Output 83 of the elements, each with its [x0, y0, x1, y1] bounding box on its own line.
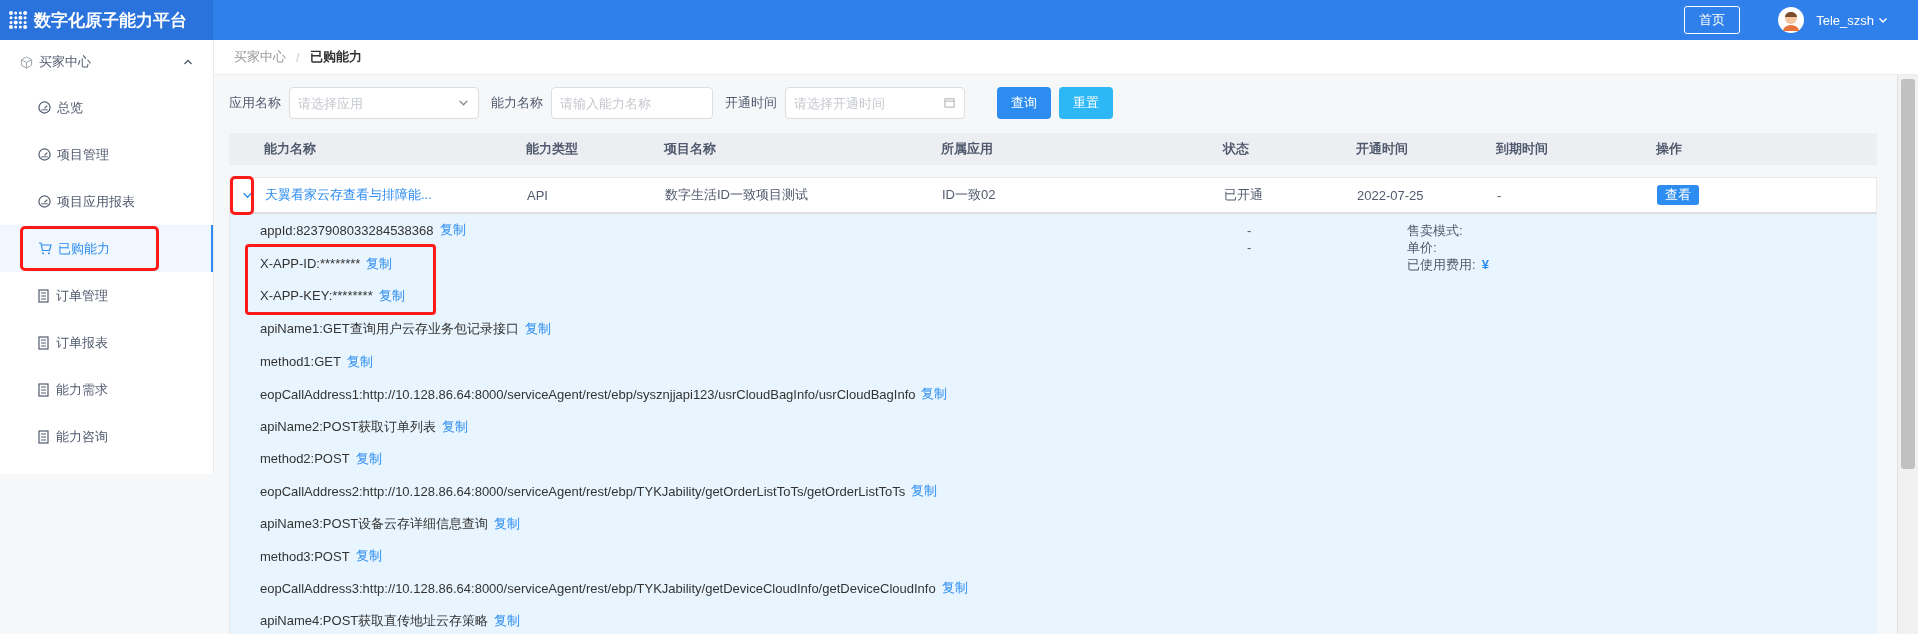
gauge-icon: [38, 195, 51, 208]
menu-item[interactable]: 项目应用报表: [0, 178, 213, 225]
copy-link[interactable]: 复制: [355, 547, 382, 566]
copy-link[interactable]: 复制: [442, 417, 469, 436]
gauge-icon: [38, 148, 51, 161]
cube-icon: [20, 55, 33, 69]
menu-item[interactable]: 订单管理: [0, 272, 213, 319]
filter-label: 能力名称: [491, 94, 543, 112]
copy-link[interactable]: 复制: [494, 611, 521, 630]
detail-text: X-APP-ID:********: [260, 256, 361, 272]
copy-link[interactable]: 复制: [439, 221, 466, 240]
document-icon: [38, 335, 50, 350]
chevron-down-icon[interactable]: [1878, 15, 1888, 25]
user-name[interactable]: Tele_szsh: [1816, 12, 1874, 28]
detail-text: method2:POST: [260, 451, 350, 467]
copy-link[interactable]: 复制: [366, 254, 393, 273]
app-title: 数字化原子能力平台: [34, 9, 187, 32]
detail-text: appId:8237908033284538368: [260, 222, 434, 238]
fee-value: ¥: [1481, 256, 1489, 273]
detail-text: method1:GET: [260, 354, 341, 370]
ability-name-link[interactable]: 天翼看家云存查看与排障能...: [265, 186, 527, 204]
logo-icon: [8, 10, 28, 30]
detail-text: eopCallAddress2:http://10.128.86.64:8000/serviceAgent/rest/ebp/TYKJability/getOrderListToTs/getOrderListToTs: [260, 483, 906, 499]
copy-link[interactable]: 复制: [911, 482, 938, 501]
reset-button[interactable]: 重置: [1059, 87, 1113, 119]
column-header: 能力名称: [264, 140, 317, 158]
breadcrumb-item: 已购能力: [309, 48, 362, 66]
copy-link[interactable]: 复制: [346, 352, 373, 371]
document-icon: [38, 429, 50, 444]
document-icon: [38, 288, 50, 303]
column-header: 状态: [1223, 140, 1250, 158]
copy-link[interactable]: 复制: [494, 514, 521, 533]
document-icon: [38, 382, 50, 397]
menu-item[interactable]: 总览: [0, 84, 213, 131]
info-label: 单价:: [1407, 239, 1437, 256]
column-header: 能力类型: [526, 140, 579, 158]
menu-item[interactable]: 能力需求: [0, 366, 213, 413]
copy-link[interactable]: 复制: [524, 320, 551, 339]
detail-text: eopCallAddress1:http://10.128.86.64:8000/serviceAgent/rest/ebp/sysznjjapi123/usrCloudBagInfo/usrCloudBagInfo: [260, 386, 916, 402]
table-cell-text: ID一致02: [942, 186, 997, 204]
info-label: 已使用费用:: [1407, 256, 1476, 273]
breadcrumb-separator: /: [296, 49, 300, 65]
detail-text: X-APP-KEY:********: [260, 288, 373, 304]
detail-value: -: [1247, 239, 1253, 256]
column-header: 开通时间: [1356, 140, 1409, 158]
detail-text: apiName2:POST获取订单列表: [260, 417, 437, 436]
info-label: 售卖模式:: [1407, 222, 1463, 239]
view-button[interactable]: 查看: [1657, 185, 1699, 205]
copy-link[interactable]: 复制: [941, 579, 968, 598]
menu-group-label[interactable]: 买家中心: [39, 53, 177, 71]
copy-link[interactable]: 复制: [378, 286, 405, 305]
copy-link[interactable]: 复制: [921, 385, 948, 404]
home-button[interactable]: 首页: [1684, 6, 1741, 34]
detail-text: eopCallAddress3:http://10.128.86.64:8000/serviceAgent/rest/ebp/TYKJability/getDeviceCloudInfo/getDeviceCloudInfo: [260, 581, 936, 596]
gauge-icon: [38, 101, 51, 114]
table-cell-text: API: [527, 187, 549, 203]
calendar-icon: [944, 97, 955, 108]
table-cell-text: 2022-07-25: [1357, 187, 1425, 203]
table-cell-text: -: [1497, 187, 1503, 203]
menu-item[interactable]: 项目管理: [0, 131, 213, 178]
detail-text: apiName3:POST设备云存详细信息查询: [260, 514, 489, 533]
scrollbar[interactable]: [1897, 75, 1918, 634]
filter-label: 开通时间: [725, 94, 777, 112]
menu-item[interactable]: 订单报表: [0, 319, 213, 366]
chevron-up-icon[interactable]: [183, 57, 193, 67]
detail-text: apiName1:GET查询用户云存业务包记录接口: [260, 320, 519, 339]
search-button[interactable]: 查询: [997, 87, 1051, 119]
detail-value: -: [1247, 222, 1253, 239]
table-cell-text: 数字生活ID一致项目测试: [665, 186, 809, 204]
column-header: 项目名称: [664, 140, 717, 158]
table-cell-text: 已开通: [1224, 186, 1264, 204]
cart-icon: [38, 242, 52, 255]
avatar-icon[interactable]: [1778, 7, 1805, 33]
detail-text: method3:POST: [260, 548, 350, 564]
column-header: 操作: [1656, 140, 1683, 158]
menu-item[interactable]: 能力咨询: [0, 413, 213, 460]
column-header: 所属应用: [941, 140, 994, 158]
detail-text: apiName4:POST获取直传地址云存策略: [260, 611, 489, 630]
copy-link[interactable]: 复制: [355, 449, 382, 468]
column-header: 到期时间: [1496, 140, 1549, 158]
filter-label: 应用名称: [229, 94, 281, 112]
breadcrumb-item[interactable]: 买家中心: [234, 48, 286, 66]
menu-item[interactable]: 已购能力: [0, 225, 213, 272]
